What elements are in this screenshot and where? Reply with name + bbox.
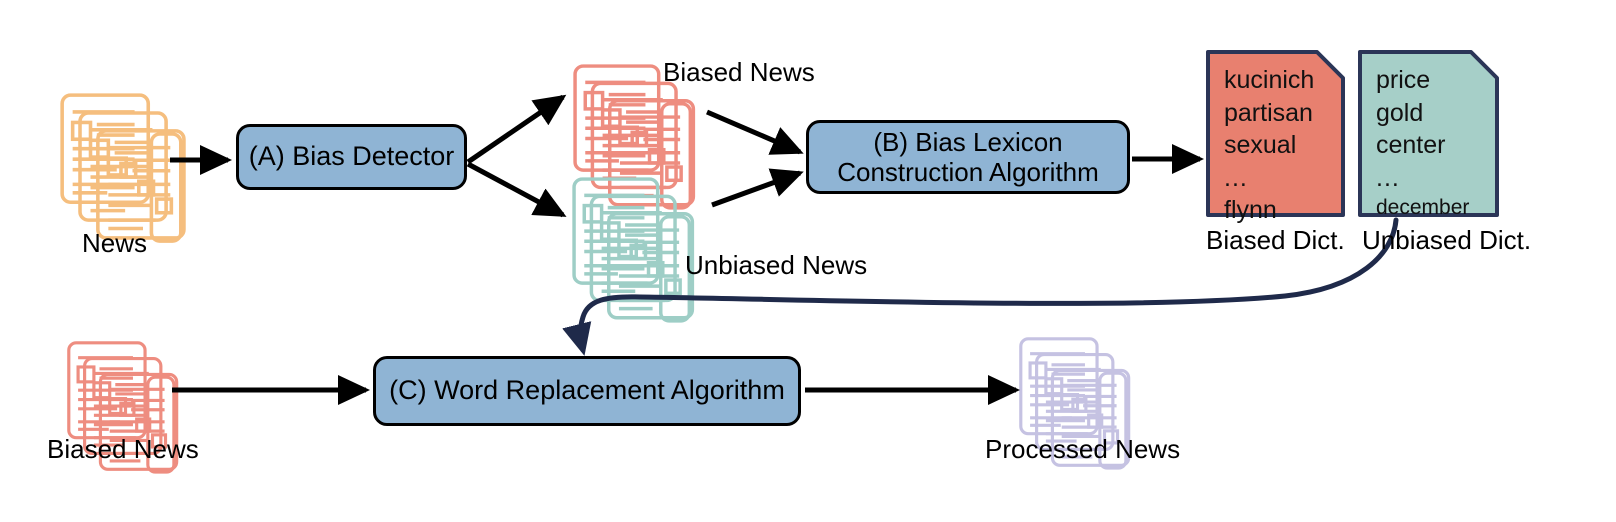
dict-word: gold [1376, 98, 1424, 127]
box-b-line2: Construction Algorithm [837, 157, 1099, 187]
dict-word: kucinich [1224, 66, 1315, 94]
label-biased-dict: Biased Dict. [1206, 225, 1345, 255]
box-a-label: (A) Bias Detector [248, 141, 455, 172]
dict-ellipsis: ... [1376, 163, 1400, 192]
box-b-label: (B) Bias Lexicon Construction Algorithm [837, 127, 1099, 187]
label-news: News [82, 228, 148, 258]
dict-word: sexual [1224, 131, 1297, 159]
arrow-unbiased-news-to-lexicon [711, 168, 804, 208]
process-box-bias-detector[interactable]: (A) Bias Detector [236, 124, 467, 190]
process-box-word-replacement[interactable]: (C) Word Replacement Algorithm [373, 356, 801, 426]
label-unbiased-news: Unbiased News [685, 250, 868, 280]
dict-word: flynn [1224, 196, 1277, 224]
news-stack-icon [62, 95, 184, 241]
label-unbiased-dict: Unbiased Dict. [1362, 225, 1532, 255]
dict-ellipsis: ... [1224, 163, 1248, 192]
biased-dictionary-words: kucinich partisan sexual ... flynn [1224, 64, 1344, 227]
label-biased-news: Biased News [663, 57, 815, 87]
label-processed-news: Processed News [985, 434, 1181, 464]
dict-word: december [1376, 196, 1470, 219]
dict-word: price [1376, 66, 1431, 94]
arrow-biased-news-to-lexicon [706, 109, 804, 155]
unbiased-dictionary-card: price gold center ... december [1358, 50, 1499, 219]
unbiased-dictionary-words: price gold center ... december [1376, 64, 1499, 221]
label-biased-news-2: Biased News [47, 434, 199, 464]
dict-word: partisan [1224, 98, 1313, 127]
process-box-bias-lexicon-construction[interactable]: (B) Bias Lexicon Construction Algorithm [806, 120, 1130, 194]
arrow-bias-detector-to-unbiased-news [466, 161, 567, 218]
dict-word: center [1376, 131, 1446, 159]
box-b-line1: (B) Bias Lexicon [873, 126, 1063, 157]
arrow-bias-detector-to-biased-news [466, 94, 567, 165]
biased-dictionary-card: kucinich partisan sexual ... flynn [1206, 50, 1344, 224]
box-c-label: (C) Word Replacement Algorithm [389, 375, 785, 406]
